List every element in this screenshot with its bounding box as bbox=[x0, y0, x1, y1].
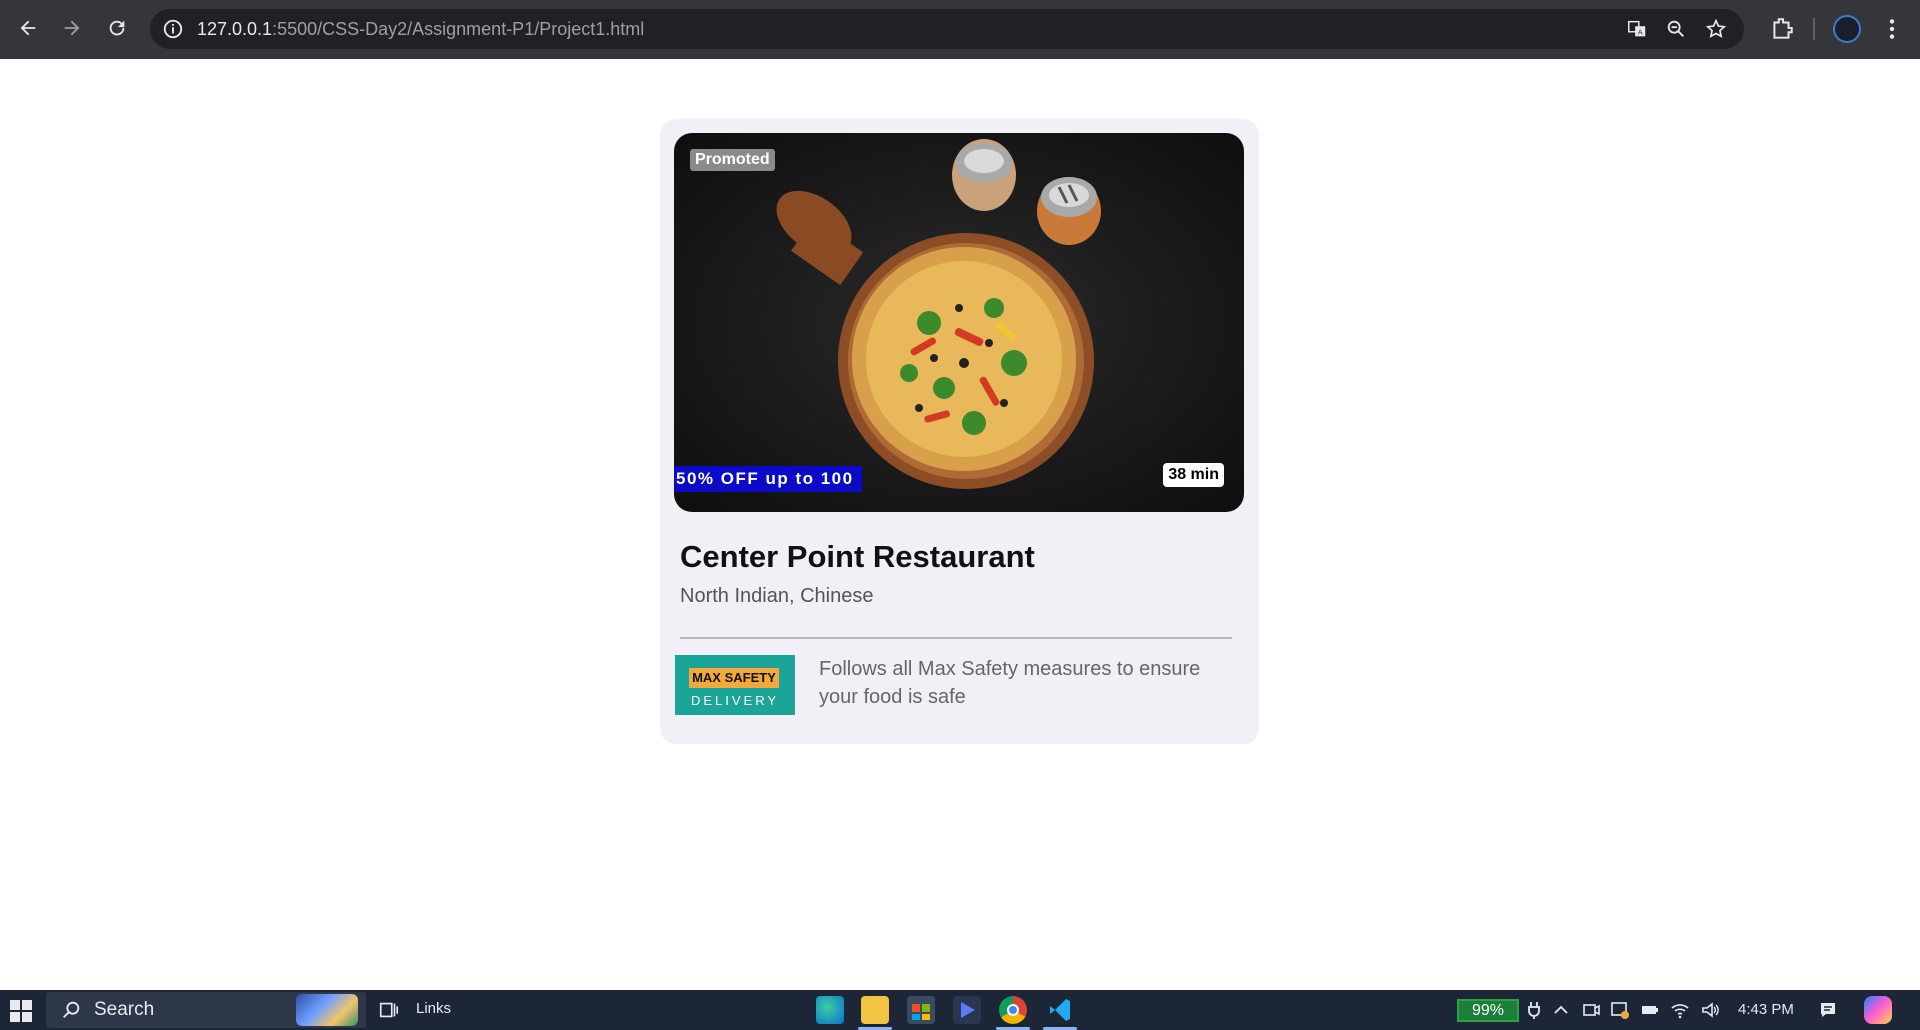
search-label: Search bbox=[94, 999, 155, 1020]
promoted-tag: Promoted bbox=[690, 149, 775, 171]
search-highlight-image bbox=[296, 994, 358, 1026]
chrome-icon[interactable] bbox=[999, 996, 1027, 1024]
taskbar-search[interactable]: Search bbox=[46, 992, 366, 1028]
forward-icon bbox=[64, 20, 80, 36]
svg-text:A: A bbox=[1638, 28, 1643, 37]
bookmark-star-icon[interactable] bbox=[1705, 18, 1727, 40]
reload-button[interactable] bbox=[103, 14, 131, 42]
menu-icon[interactable] bbox=[1879, 16, 1905, 42]
badge-top-label: MAX SAFETY bbox=[689, 668, 779, 688]
safety-description: Follows all Max Safety measures to ensur… bbox=[819, 658, 1201, 708]
task-view-icon[interactable] bbox=[378, 999, 400, 1021]
extensions-icon[interactable] bbox=[1769, 16, 1795, 42]
pizza-image bbox=[776, 139, 1101, 489]
store-icon[interactable] bbox=[907, 996, 935, 1024]
battery-icon[interactable] bbox=[1640, 1000, 1660, 1020]
links-toolbar[interactable]: Links bbox=[416, 1000, 451, 1017]
badge-bottom-label: DELIVERY bbox=[690, 693, 780, 708]
offer-tag: 50% OFF up to 100 bbox=[674, 466, 862, 492]
copilot-icon[interactable] bbox=[1864, 996, 1892, 1024]
address-bar[interactable]: 127.0.0.1:5500/CSS-Day2/Assignment-P1/Pr… bbox=[150, 9, 1744, 49]
back-icon bbox=[20, 20, 36, 36]
search-icon bbox=[63, 1001, 80, 1018]
vscode-glyph-icon bbox=[1050, 999, 1070, 1021]
max-safety-badge: MAX SAFETY DELIVERY bbox=[675, 655, 795, 715]
edge-icon[interactable] bbox=[816, 996, 844, 1024]
app-glyph-icon bbox=[961, 1002, 975, 1018]
url-text[interactable]: 127.0.0.1:5500/CSS-Day2/Assignment-P1/Pr… bbox=[197, 19, 644, 40]
store-glyph-icon bbox=[912, 1004, 930, 1020]
translate-icon[interactable]: A bbox=[1626, 18, 1648, 40]
notification-icon[interactable] bbox=[1818, 1000, 1838, 1020]
url-path: :5500/CSS-Day2/Assignment-P1/Project1.ht… bbox=[272, 19, 645, 39]
power-plug-icon bbox=[1528, 1002, 1540, 1019]
windows-start-icon[interactable] bbox=[10, 1000, 32, 1022]
zoom-icon[interactable] bbox=[1665, 18, 1687, 40]
cuisine-list: North Indian, Chinese bbox=[680, 585, 874, 607]
restaurant-name[interactable]: Center Point Restaurant bbox=[680, 539, 1035, 575]
site-info-icon[interactable] bbox=[162, 18, 184, 40]
profile-avatar[interactable] bbox=[1833, 15, 1861, 43]
wifi-icon[interactable] bbox=[1670, 1000, 1690, 1020]
back-button[interactable] bbox=[14, 14, 42, 42]
battery-indicator[interactable]: 99% bbox=[1457, 999, 1519, 1022]
file-explorer-icon[interactable] bbox=[861, 996, 889, 1024]
windows-taskbar: Search Links 99% 4:43 PM bbox=[0, 990, 1920, 1030]
chrome-center-icon bbox=[1007, 1004, 1019, 1016]
reload-icon bbox=[109, 20, 125, 36]
restaurant-card[interactable]: Promoted 50% OFF up to 100 38 min Center… bbox=[660, 119, 1259, 744]
system-clock[interactable]: 4:43 PM bbox=[1738, 1001, 1794, 1018]
vscode-icon[interactable] bbox=[1046, 996, 1074, 1024]
chevron-up-icon[interactable] bbox=[1551, 1000, 1571, 1020]
food-image[interactable]: Promoted 50% OFF up to 100 38 min bbox=[674, 133, 1244, 512]
forward-button[interactable] bbox=[58, 14, 86, 42]
url-host: 127.0.0.1 bbox=[197, 19, 273, 39]
browser-toolbar: 127.0.0.1:5500/CSS-Day2/Assignment-P1/Pr… bbox=[0, 0, 1920, 59]
divider bbox=[680, 637, 1232, 639]
app-icon[interactable] bbox=[953, 996, 981, 1024]
update-icon[interactable] bbox=[1610, 1000, 1630, 1020]
volume-icon[interactable] bbox=[1700, 1000, 1720, 1020]
toolbar-separator bbox=[1813, 18, 1815, 40]
camera-icon[interactable] bbox=[1581, 1000, 1601, 1020]
delivery-time-badge: 38 min bbox=[1163, 463, 1224, 487]
